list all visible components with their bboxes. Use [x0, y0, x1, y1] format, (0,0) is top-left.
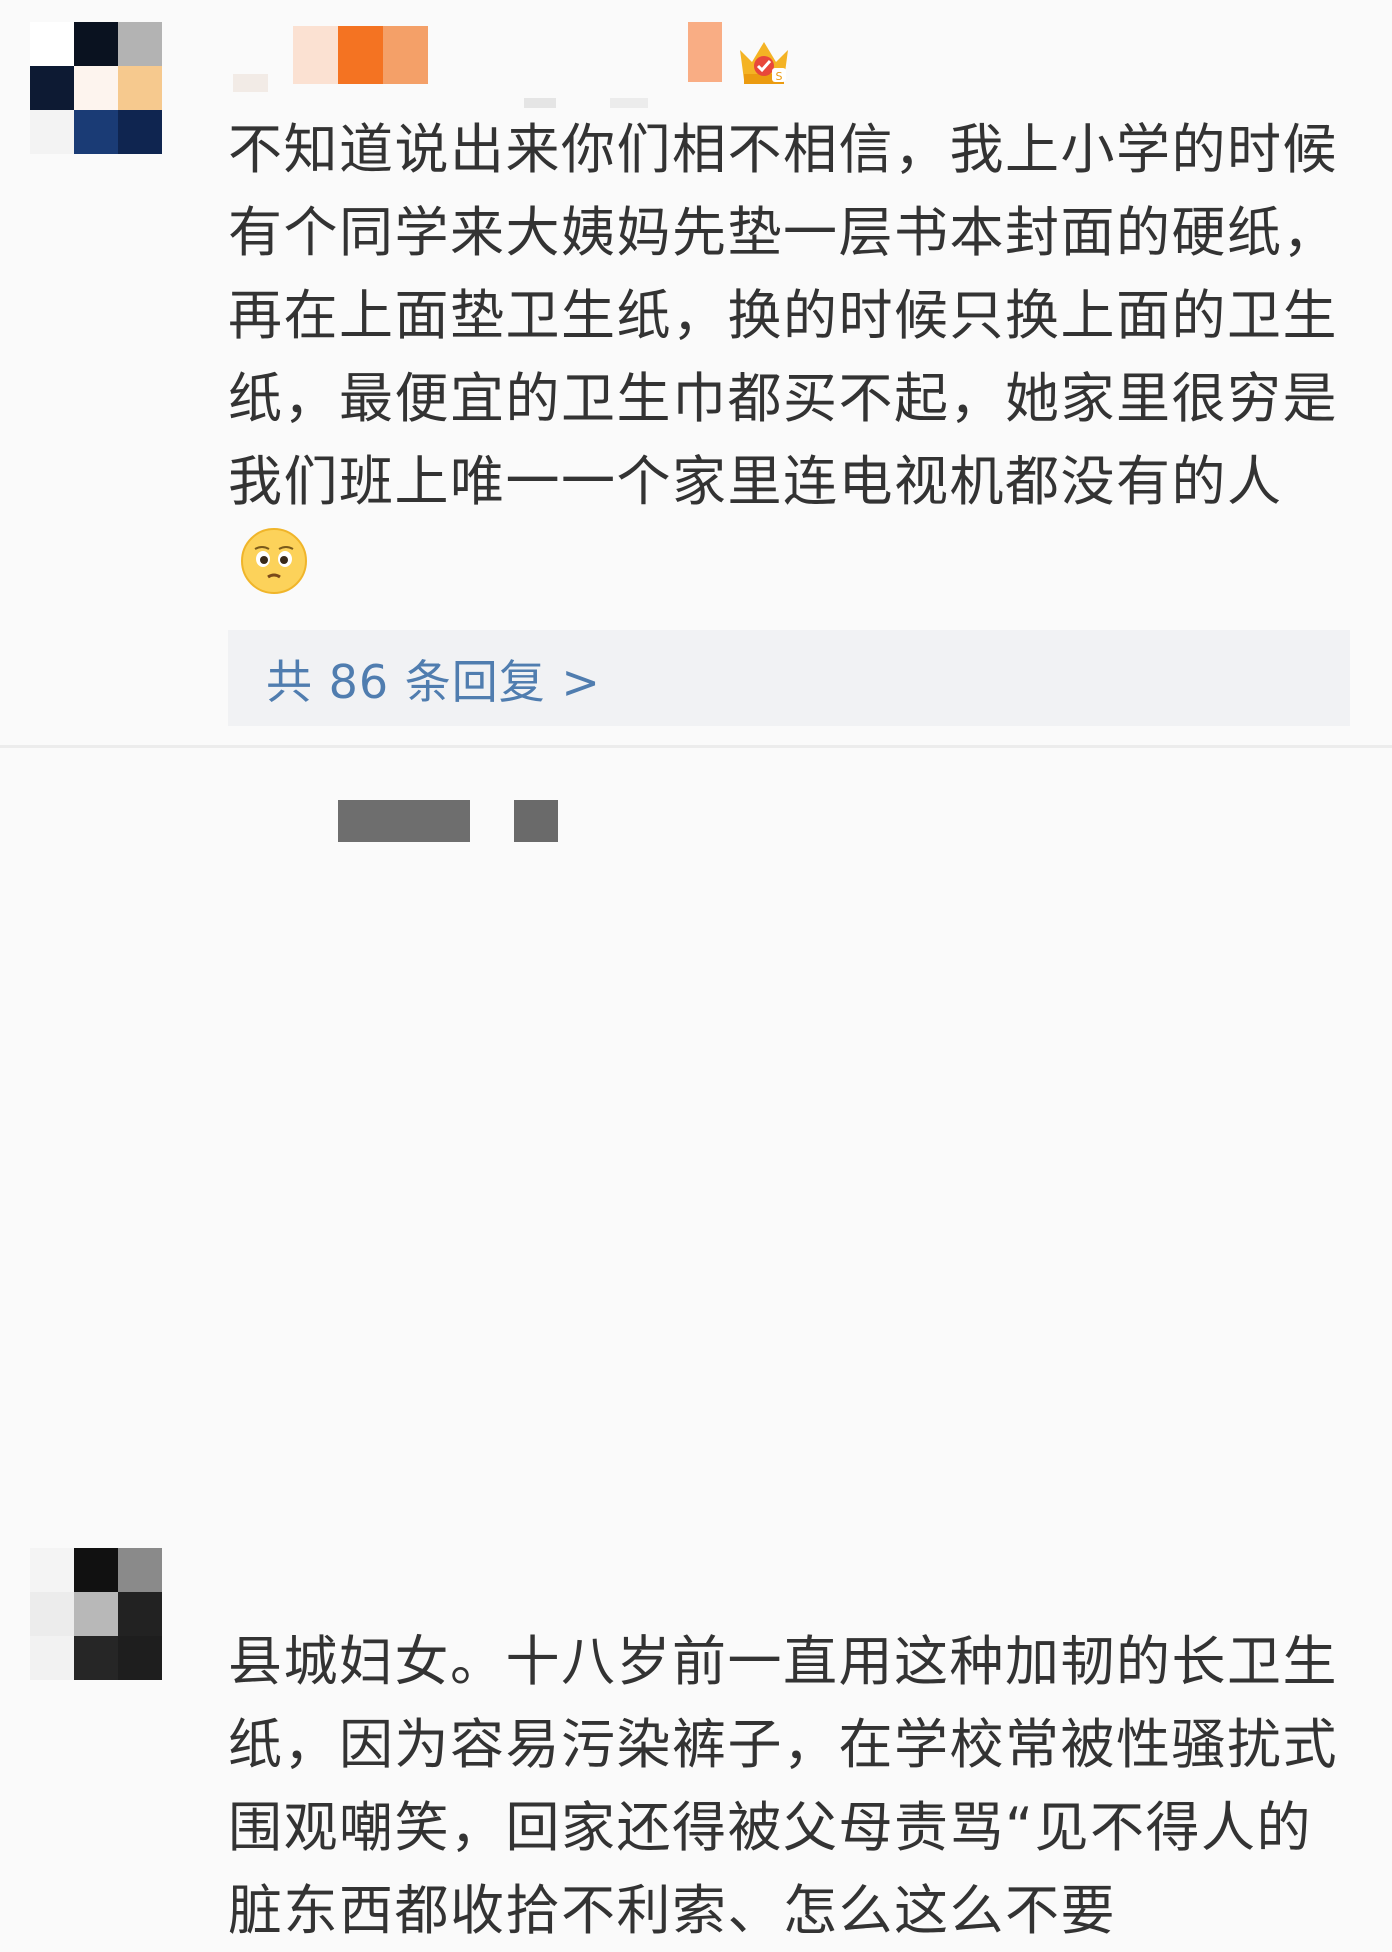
comment-item: S 不知道说出来你们相不相信，我上小学的时候有个同学来大姨妈先垫一层书本封面的硬… [0, 0, 1392, 745]
comment-text-content: 县城妇女。十八岁前一直用这种加韧的长卫生纸，因为容易污染裤子，在学校常被性骚扰式… [228, 1630, 1338, 1942]
username-mosaic[interactable] [330, 800, 570, 846]
reply-summary-box[interactable]: 共 86 条回复 > [228, 630, 1350, 726]
comment-text: 不知道说出来你们相不相信，我上小学的时候有个同学来大姨妈先垫一层书本封面的硬纸，… [228, 108, 1338, 606]
svg-text:S: S [776, 70, 783, 83]
pixelated-avatar-icon[interactable] [30, 22, 162, 154]
pixelated-avatar-icon[interactable] [30, 1548, 162, 1680]
crown-icon: S [736, 34, 792, 90]
username-mosaic[interactable] [228, 18, 728, 113]
comment-text-content: 不知道说出来你们相不相信，我上小学的时候有个同学来大姨妈先垫一层书本封面的硬纸，… [228, 118, 1338, 513]
pleading-face-emoji-icon [240, 527, 308, 595]
comment-text: 县城妇女。十八岁前一直用这种加韧的长卫生纸，因为容易污染裤子，在学校常被性骚扰式… [228, 1620, 1338, 1952]
view-replies-link[interactable]: 共 86 条回复 > [266, 656, 601, 708]
comment-item: 县城妇女。十八岁前一直用这种加韧的长卫生纸，因为容易污染裤子，在学校常被性骚扰式… [0, 748, 1392, 1942]
